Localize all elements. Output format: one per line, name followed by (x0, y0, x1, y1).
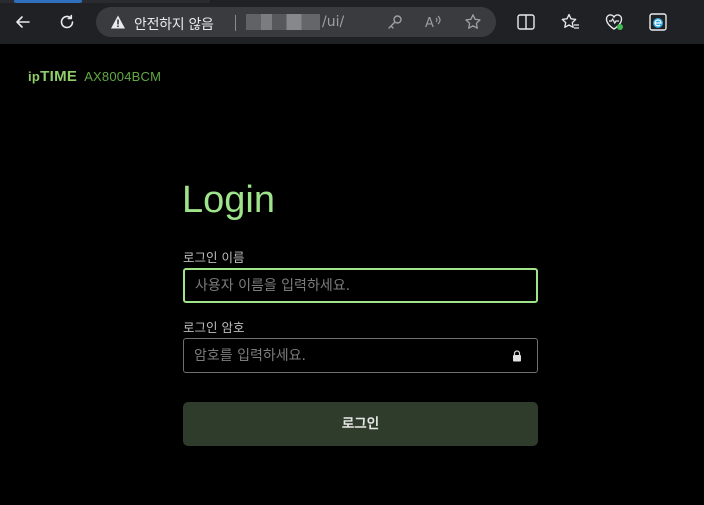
split-screen-icon[interactable] (516, 12, 536, 32)
key-icon[interactable] (386, 13, 404, 31)
password-label: 로그인 암호 (183, 320, 245, 335)
redacted-host (246, 14, 320, 30)
tab-strip (0, 0, 210, 3)
favorite-star-icon[interactable] (464, 13, 482, 31)
username-input[interactable] (183, 268, 538, 303)
page-title: Login (182, 179, 275, 221)
refresh-icon (60, 14, 74, 29)
browser-toolbar: 안전하지 않음 /ui/ A (0, 0, 704, 44)
address-bar[interactable]: 안전하지 않음 /ui/ A (96, 7, 496, 37)
address-divider (235, 15, 236, 31)
favorites-icon[interactable] (560, 12, 580, 32)
warning-icon (111, 15, 125, 29)
active-tab-indicator (14, 0, 82, 3)
svg-text:A: A (425, 16, 434, 31)
username-label: 로그인 이름 (183, 250, 245, 265)
security-status[interactable]: 안전하지 않음 (134, 14, 214, 34)
brand-header: ipTIME AX8004BCM (28, 68, 161, 85)
browser-essentials-icon[interactable] (604, 12, 624, 32)
read-aloud-icon[interactable]: A (424, 13, 442, 31)
iptime-logo: ipTIME (28, 68, 78, 85)
login-button[interactable]: 로그인 (183, 402, 538, 446)
refresh-button[interactable] (52, 8, 82, 36)
url-path: /ui/ (322, 14, 345, 30)
back-arrow-icon (16, 16, 30, 28)
lock-icon (513, 350, 521, 362)
password-input[interactable] (183, 338, 538, 373)
page-body: ipTIME AX8004BCM Login 로그인 이름 로그인 암호 로그인 (0, 44, 704, 505)
model-name: AX8004BCM (84, 69, 162, 84)
back-button[interactable] (8, 8, 38, 36)
edge-bar-icon[interactable] (648, 12, 668, 32)
